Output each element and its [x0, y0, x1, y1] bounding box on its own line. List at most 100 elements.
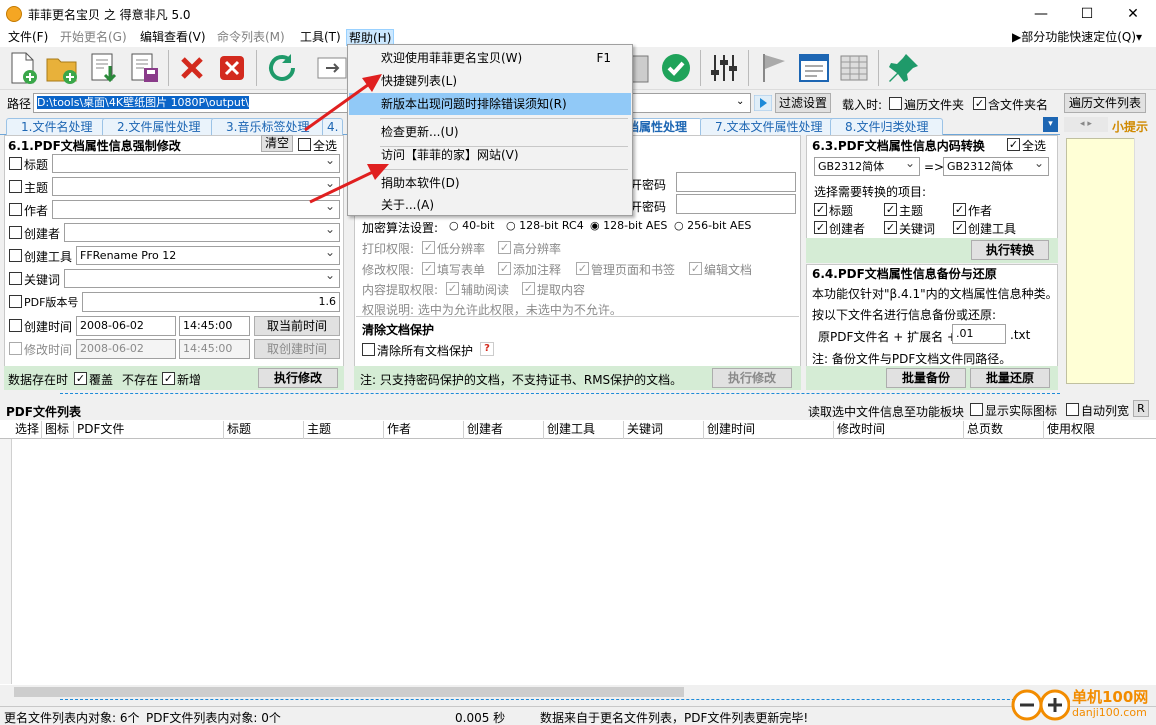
menu-item-check-update[interactable]: 检查更新...(U) — [349, 121, 631, 143]
col-tool[interactable]: 创建工具 — [544, 421, 624, 439]
field-subject-input[interactable] — [52, 175, 340, 196]
print-low-checkbox[interactable] — [422, 241, 435, 254]
clear-icon[interactable] — [214, 50, 250, 86]
p63-author-checkbox[interactable] — [953, 203, 966, 216]
exec-modify-button[interactable]: 执行修改 — [258, 368, 338, 388]
enc-128-rc4[interactable]: ○ 128-bit RC4 — [506, 219, 584, 232]
play-icon[interactable] — [754, 95, 772, 111]
new-file-icon[interactable] — [4, 50, 40, 86]
auto-col-checkbox[interactable] — [1066, 403, 1079, 416]
get-now-button[interactable]: 取当前时间 — [254, 316, 340, 336]
field-subject-checkbox[interactable] — [9, 180, 22, 193]
field-creator-checkbox[interactable] — [9, 226, 22, 239]
remove-all-checkbox[interactable] — [362, 343, 375, 356]
field-keywords-checkbox[interactable] — [9, 272, 22, 285]
pdf-list-grid[interactable] — [0, 420, 1156, 685]
menu-item-troubleshoot[interactable]: 新版本出现问题时排除错误须知(R) — [349, 93, 631, 115]
col-creator[interactable]: 创建者 — [464, 421, 544, 439]
field-tool-checkbox[interactable] — [9, 249, 22, 262]
p63-keywords-checkbox[interactable] — [884, 221, 897, 234]
p63-select-all-checkbox[interactable] — [1007, 138, 1020, 151]
clear-button[interactable]: 清空 — [261, 135, 293, 152]
col-keywords[interactable]: 关键词 — [624, 421, 704, 439]
maximize-button[interactable]: ☐ — [1064, 0, 1110, 28]
settings-sliders-icon[interactable] — [706, 50, 742, 86]
tab-scroll-icons[interactable]: ◂ ▸ — [1064, 117, 1108, 132]
minimize-button[interactable]: — — [1018, 0, 1064, 28]
enc-40[interactable]: ○ 40-bit — [449, 219, 494, 232]
manage-pages-checkbox[interactable] — [576, 262, 589, 275]
add-annot-checkbox[interactable] — [498, 262, 511, 275]
tab-text-attr[interactable]: 7.文本文件属性处理 — [700, 118, 838, 135]
col-icon[interactable]: 图标 — [42, 421, 74, 439]
get-create-button[interactable]: 取创建时间 — [254, 339, 340, 359]
add-checkbox[interactable] — [162, 372, 175, 385]
p63-title-checkbox[interactable] — [814, 203, 827, 216]
col-author[interactable]: 作者 — [384, 421, 464, 439]
extract-content-checkbox[interactable] — [522, 282, 535, 295]
field-author-checkbox[interactable] — [9, 203, 22, 216]
scrollbar-thumb[interactable] — [14, 687, 684, 697]
col-pages[interactable]: 总页数 — [964, 421, 1044, 439]
tab-classify[interactable]: 8.文件归类处理 — [830, 118, 944, 135]
col-title[interactable]: 标题 — [224, 421, 304, 439]
save-list-icon[interactable] — [126, 50, 162, 86]
batch-restore-button[interactable]: 批量还原 — [970, 368, 1050, 388]
ext-input[interactable]: .01 — [952, 324, 1006, 344]
col-subject[interactable]: 主题 — [304, 421, 384, 439]
quick-locate[interactable]: ▶部分功能快速定位(Q)▾ — [1010, 29, 1144, 46]
add-folder-icon[interactable] — [44, 50, 80, 86]
open-pwd-input-2[interactable] — [676, 194, 796, 214]
refresh-r-button[interactable]: R — [1133, 400, 1149, 417]
ctime-date-input[interactable]: 2008-06-02 — [76, 316, 176, 336]
col-permission[interactable]: 使用权限 — [1044, 421, 1156, 439]
enc-256-aes[interactable]: ○ 256-bit AES — [674, 219, 751, 232]
p63-subject-checkbox[interactable] — [884, 203, 897, 216]
exec-modify-2-button[interactable]: 执行修改 — [712, 368, 792, 388]
traverse-list-button[interactable]: 遍历文件列表 — [1064, 93, 1146, 113]
field-version-input[interactable]: 1.6 — [82, 292, 340, 312]
field-creator-input[interactable] — [64, 221, 340, 242]
assist-read-checkbox[interactable] — [446, 282, 459, 295]
pin-icon[interactable] — [886, 50, 922, 86]
traverse-folder-checkbox[interactable] — [889, 97, 902, 110]
horizontal-scrollbar[interactable] — [0, 685, 1156, 699]
tab-filename[interactable]: 1.文件名处理 — [6, 118, 108, 135]
enc-128-aes[interactable]: ◉ 128-bit AES — [590, 219, 667, 232]
encoding-to-select[interactable]: GB2312简体 — [943, 155, 1049, 176]
field-ctime-checkbox[interactable] — [9, 319, 22, 332]
filter-settings-button[interactable]: 过滤设置 — [775, 93, 831, 113]
path-dropdown-icon[interactable]: ⌄ — [736, 96, 744, 107]
mtime-time-input[interactable]: 14:45:00 — [179, 339, 250, 359]
batch-backup-button[interactable]: 批量备份 — [886, 368, 966, 388]
fill-form-checkbox[interactable] — [422, 262, 435, 275]
tab-file-attr[interactable]: 2.文件属性处理 — [102, 118, 216, 135]
flag-icon[interactable] — [756, 50, 792, 86]
ctime-time-input[interactable]: 14:45:00 — [179, 316, 250, 336]
encoding-from-select[interactable]: GB2312简体 — [814, 155, 920, 176]
field-keywords-input[interactable] — [64, 267, 340, 288]
include-folder-checkbox[interactable] — [973, 97, 986, 110]
mtime-date-input[interactable]: 2008-06-02 — [76, 339, 176, 359]
field-version-checkbox[interactable] — [9, 295, 22, 308]
tip-scrollbar[interactable] — [1134, 138, 1148, 384]
tab-dropdown-icon[interactable]: ▾ — [1043, 117, 1058, 132]
p63-creator-checkbox[interactable] — [814, 221, 827, 234]
show-icon-checkbox[interactable] — [970, 403, 983, 416]
field-title-checkbox[interactable] — [9, 157, 22, 170]
col-pdf-file[interactable]: PDF文件 — [74, 421, 224, 439]
menu-tools[interactable]: 工具(T) — [298, 29, 343, 46]
grid-icon[interactable] — [836, 50, 872, 86]
field-author-input[interactable] — [52, 198, 340, 219]
confirm-icon[interactable] — [658, 50, 694, 86]
col-select[interactable]: 选择 — [12, 421, 42, 439]
menu-commands[interactable]: 命令列表(M) — [215, 29, 287, 46]
menu-edit-view[interactable]: 编辑查看(V) — [138, 29, 208, 46]
edit-doc-checkbox[interactable] — [689, 262, 702, 275]
field-title-input[interactable] — [52, 152, 340, 173]
splitter-bottom[interactable] — [60, 699, 1060, 703]
p63-tool-checkbox[interactable] — [953, 221, 966, 234]
close-button[interactable]: ✕ — [1110, 0, 1156, 28]
import-icon[interactable] — [86, 50, 122, 86]
help-icon[interactable]: ? — [480, 342, 494, 356]
